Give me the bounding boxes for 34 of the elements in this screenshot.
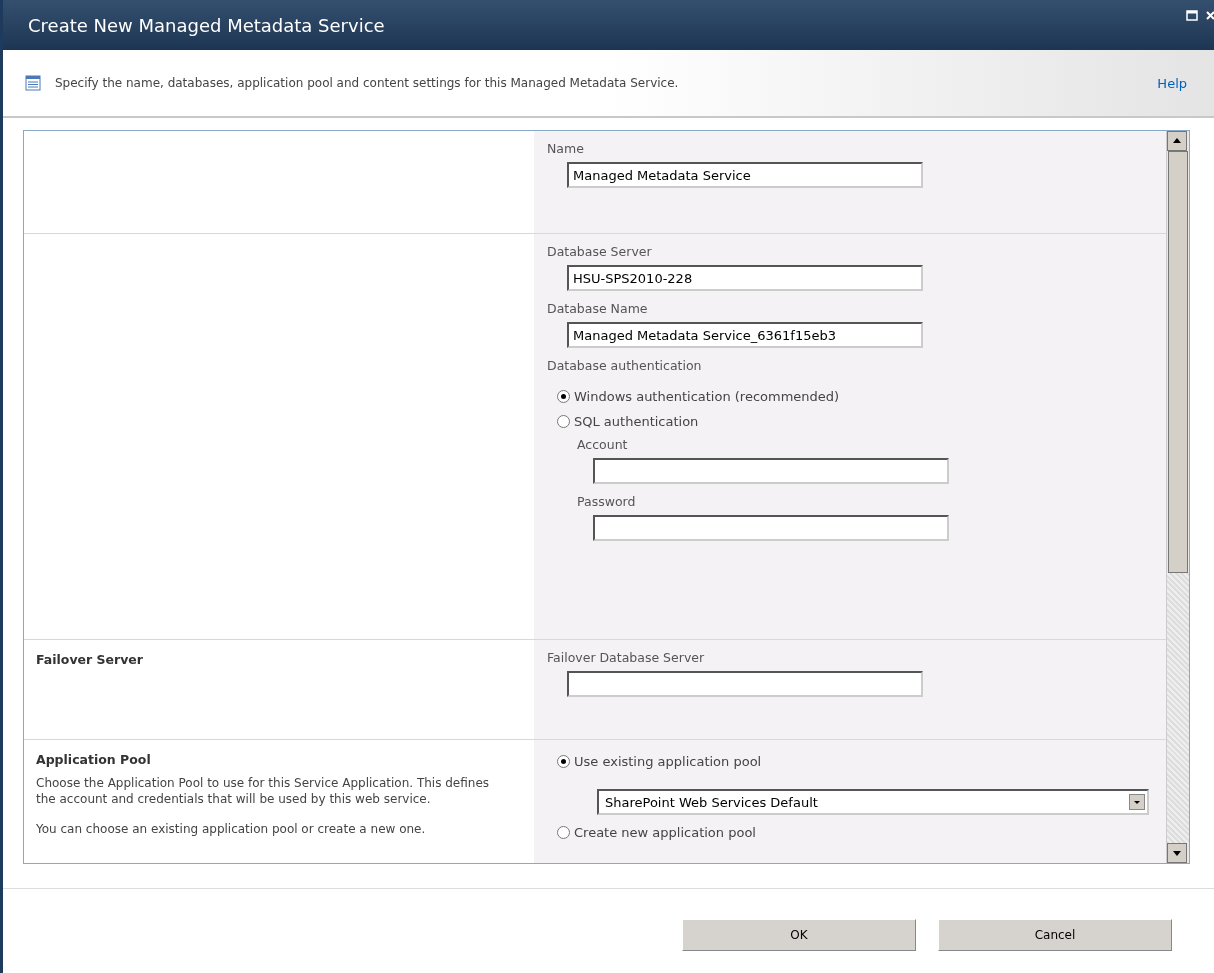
description-text: Specify the name, databases, application pool and content settings for this Managed Metadata Service. <box>55 76 680 90</box>
section-description: You can choose an existing application pool or create a new one. <box>36 821 427 837</box>
input-field[interactable]: Managed Metadata Service <box>567 162 923 188</box>
section-heading: Failover Server <box>36 652 144 667</box>
section-heading: Application Pool <box>36 752 152 767</box>
scrollbar[interactable] <box>1166 131 1189 863</box>
list-icon <box>25 75 41 91</box>
input-field[interactable] <box>567 671 923 697</box>
dialog-button[interactable]: OK <box>682 919 916 951</box>
scroll-down-icon[interactable] <box>1167 843 1187 863</box>
radio-option[interactable]: Create new application pool <box>557 825 1154 840</box>
help-link[interactable]: Help <box>1157 75 1187 91</box>
close-icon[interactable] <box>1206 10 1214 21</box>
scroll-up-icon[interactable] <box>1167 131 1187 151</box>
field-label: Failover Database Server <box>547 650 706 665</box>
scroll-thumb[interactable] <box>1168 151 1188 573</box>
window-title: Create New Managed Metadata Service <box>28 14 385 36</box>
input-field[interactable]: HSU-SPS2010-228 <box>567 265 923 291</box>
dialog-button[interactable]: Cancel <box>938 919 1172 951</box>
radio-option[interactable]: Use existing application pool <box>557 754 1154 769</box>
radio-option[interactable]: Windows authentication (recommended) <box>557 389 1154 404</box>
input-field[interactable] <box>593 515 949 541</box>
section-description: Choose the Application Pool to use for this Service Application. This defines the account and credentials that will be used by this web service. <box>36 775 491 807</box>
input-field[interactable]: Managed Metadata Service_6361f15eb3 <box>567 322 923 348</box>
maximize-icon[interactable] <box>1186 10 1198 21</box>
radio-option[interactable]: SQL authentication <box>557 414 1154 429</box>
field-label: Database Name <box>547 301 649 316</box>
field-label: Account <box>577 437 629 452</box>
field-label: Database Server <box>547 244 653 259</box>
field-label: Database authentication <box>547 358 703 373</box>
dropdown[interactable]: SharePoint Web Services Default <box>597 789 1149 815</box>
field-label: Name <box>547 141 585 156</box>
field-label: Password <box>577 494 637 509</box>
input-field[interactable] <box>593 458 949 484</box>
